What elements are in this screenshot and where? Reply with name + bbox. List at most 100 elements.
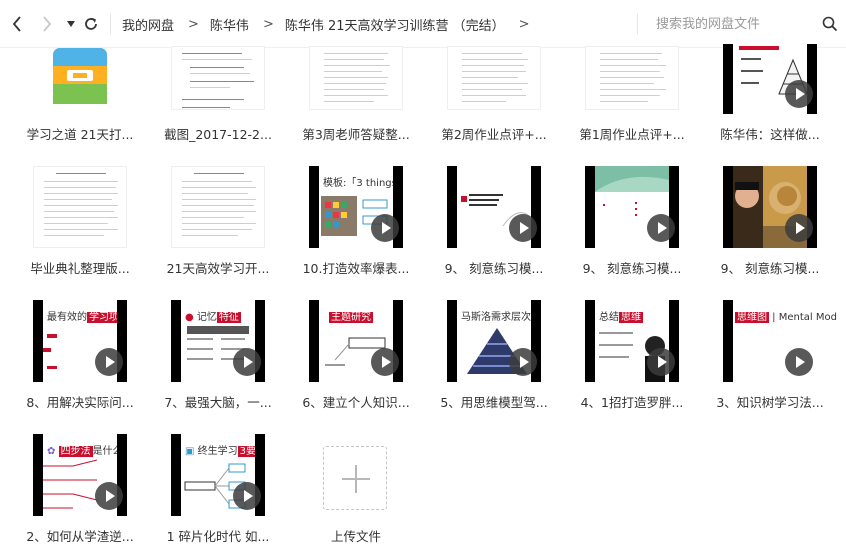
document-thumbnail xyxy=(309,46,403,110)
slide-title: 最有效的学习项目 xyxy=(47,308,117,323)
file-tile[interactable]: ▣ 终生学习3要素 1 碎片化时代 如... xyxy=(163,434,273,552)
file-tile[interactable]: 第3周老师答疑整... xyxy=(301,46,411,178)
document-thumbnail xyxy=(585,46,679,110)
search-divider xyxy=(637,14,638,34)
file-tile[interactable]: 总结 思维 4、1招打造罗胖... xyxy=(577,300,687,430)
file-tile[interactable]: 21天高效学习开... xyxy=(163,166,273,296)
video-thumbnail: ✿ 四步法是什么? xyxy=(33,434,127,516)
search-box xyxy=(646,12,842,36)
video-thumbnail xyxy=(723,166,817,248)
file-tile[interactable]: 截图_2017-12-2... xyxy=(163,46,273,178)
upload-label: 上传文件 xyxy=(330,529,381,544)
file-name: 3、知识树学习法... xyxy=(716,395,824,410)
file-name: 5、用思维模型驾... xyxy=(440,395,548,410)
video-thumbnail xyxy=(447,166,541,248)
slide-title: ✿ 四步法是什么? xyxy=(47,446,117,457)
file-tile[interactable]: 陈华伟：这样做... xyxy=(715,44,825,178)
document-thumbnail xyxy=(33,166,127,248)
file-tile[interactable]: ✿ 四步法是什么? 2、如何从学渣逆... xyxy=(25,434,135,552)
file-tile[interactable]: 主题研究 6、建立个人知识... xyxy=(301,300,411,430)
video-thumbnail xyxy=(723,44,817,114)
file-name: 第3周老师答疑整... xyxy=(302,127,410,142)
file-tile[interactable]: 学习之道 21天打... xyxy=(25,48,135,178)
file-tile[interactable]: 第1周作业点评+... xyxy=(577,46,687,178)
toolbar-divider xyxy=(110,14,111,34)
search-input[interactable] xyxy=(646,12,816,36)
file-name: 6、建立个人知识... xyxy=(302,395,410,410)
plus-icon[interactable] xyxy=(323,446,387,510)
file-name: 学习之道 21天打... xyxy=(26,127,134,142)
file-name: 2、如何从学渣逆... xyxy=(26,529,134,544)
archive-icon xyxy=(51,48,109,104)
play-icon xyxy=(509,348,537,376)
breadcrumb-item-folder[interactable]: 陈华伟 xyxy=(210,15,249,34)
file-tile[interactable]: 思维图 | Mental Mod 3、知识树学习法... xyxy=(715,300,846,430)
back-button[interactable] xyxy=(6,12,28,36)
file-tile[interactable]: 模板:「3 things」上班 10.打造效率爆表... xyxy=(301,166,411,296)
video-thumbnail: 主题研究 xyxy=(309,300,403,382)
breadcrumb-item-home[interactable]: 我的网盘 xyxy=(122,15,174,34)
play-icon xyxy=(233,482,261,510)
file-name: 截图_2017-12-2... xyxy=(164,127,272,142)
file-name: 9、 刻意练习模... xyxy=(444,261,544,276)
breadcrumb-item-current[interactable]: 陈华伟 21天高效学习训练营 （完结） xyxy=(285,15,505,34)
caret-down-icon xyxy=(67,21,75,27)
breadcrumb: 我的网盘 > 陈华伟 > 陈华伟 21天高效学习训练营 （完结） > xyxy=(122,14,541,34)
file-name: 8、用解决实际问... xyxy=(26,395,134,410)
history-dropdown-button[interactable] xyxy=(60,12,82,36)
document-thumbnail xyxy=(171,166,265,248)
file-tile[interactable]: 9、 刻意练习模... xyxy=(577,166,687,296)
image-thumbnail xyxy=(171,46,265,110)
file-tile[interactable]: 毕业典礼整理版... xyxy=(25,166,135,296)
play-icon xyxy=(95,482,123,510)
file-name: 第1周作业点评+... xyxy=(579,127,685,142)
upload-tile[interactable]: 上传文件 xyxy=(301,434,411,552)
slide-title: 模板:「3 things」上班 xyxy=(323,174,393,189)
file-tile[interactable]: 最有效的学习项目 8、用解决实际问... xyxy=(25,300,135,430)
document-thumbnail xyxy=(447,46,541,110)
play-icon xyxy=(233,348,261,376)
video-thumbnail: 马斯洛需求层次理 xyxy=(447,300,541,382)
breadcrumb-separator: > xyxy=(262,16,274,32)
file-tile[interactable]: 马斯洛需求层次理 5、用思维模型驾... xyxy=(439,300,549,430)
play-icon xyxy=(785,80,813,108)
file-tile[interactable]: 9、 刻意练习模... xyxy=(715,166,825,296)
file-name: 第2周作业点评+... xyxy=(441,127,547,142)
play-icon xyxy=(509,214,537,242)
slide-title: 主题研究 xyxy=(329,312,373,323)
video-thumbnail xyxy=(585,166,679,248)
play-icon xyxy=(371,214,399,242)
play-icon xyxy=(785,214,813,242)
play-icon xyxy=(371,348,399,376)
play-icon xyxy=(785,348,813,376)
refresh-icon xyxy=(85,18,97,30)
breadcrumb-separator: > xyxy=(518,16,530,32)
file-tile[interactable]: 9、 刻意练习模... xyxy=(439,166,549,296)
file-name: 9、 刻意练习模... xyxy=(720,261,820,276)
breadcrumb-separator: > xyxy=(188,16,199,32)
file-name: 10.打造效率爆表... xyxy=(302,261,410,276)
file-tile[interactable]: 第2周作业点评+... xyxy=(439,46,549,178)
play-icon xyxy=(95,348,123,376)
file-name: 21天高效学习开... xyxy=(166,261,270,276)
play-icon xyxy=(647,214,675,242)
toolbar: 我的网盘 > 陈华伟 > 陈华伟 21天高效学习训练营 （完结） > xyxy=(0,0,846,48)
file-name: 9、 刻意练习模... xyxy=(582,261,682,276)
file-grid: 学习之道 21天打... 截图_2017-12-2... 第3周老师答疑整...… xyxy=(0,44,846,552)
video-thumbnail: 总结 思维 xyxy=(585,300,679,382)
file-name: 7、最强大脑，一... xyxy=(164,395,272,410)
forward-button[interactable] xyxy=(36,12,58,36)
chevron-right-icon xyxy=(43,16,52,32)
video-thumbnail: 模板:「3 things」上班 xyxy=(309,166,403,248)
file-name: 1 碎片化时代 如... xyxy=(166,529,270,544)
slide-title: 马斯洛需求层次理 xyxy=(461,308,531,323)
play-icon xyxy=(647,348,675,376)
file-tile[interactable]: ● 记忆 特征 7、最强大脑，一... xyxy=(163,300,273,430)
video-thumbnail: 最有效的学习项目 xyxy=(33,300,127,382)
refresh-button[interactable] xyxy=(80,12,102,36)
chevron-left-icon xyxy=(12,16,21,32)
slide-title: ▣ 终生学习3要素 xyxy=(185,442,255,457)
file-name: 毕业典礼整理版... xyxy=(30,261,130,276)
file-name: 4、1招打造罗胖... xyxy=(580,395,684,410)
search-icon[interactable] xyxy=(822,16,838,32)
